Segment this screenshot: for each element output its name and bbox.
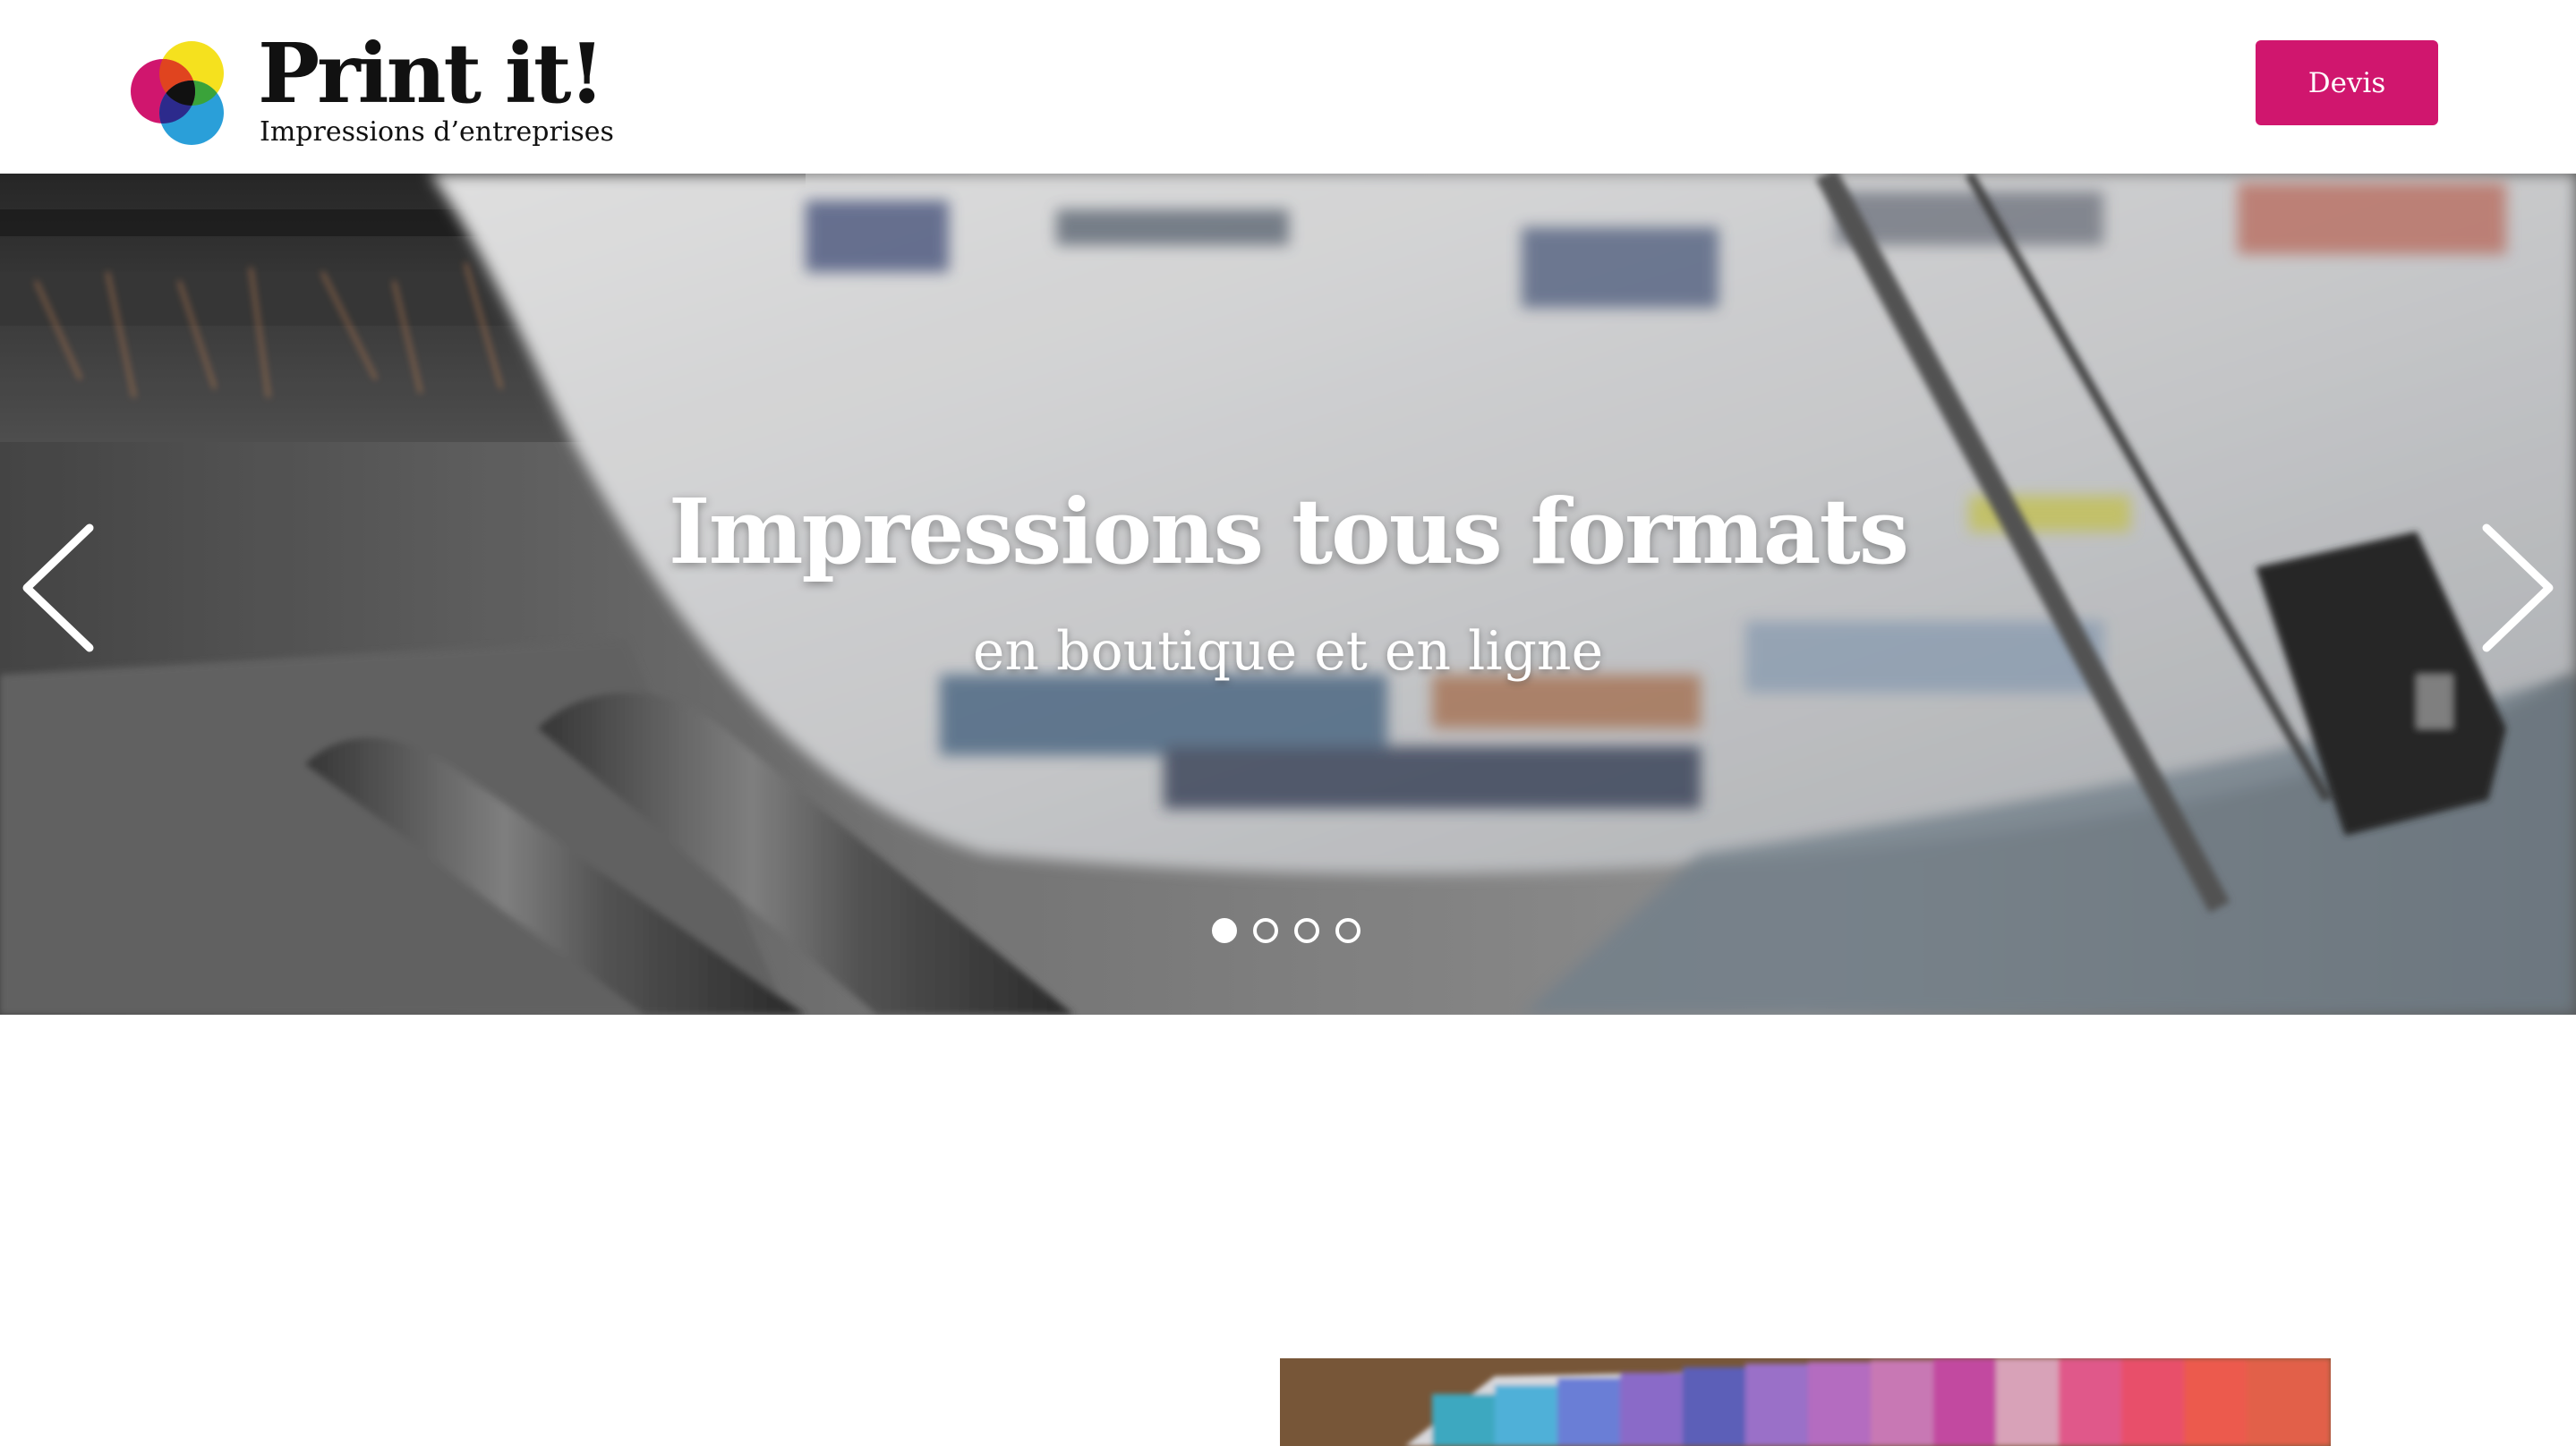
carousel-dot-3[interactable] bbox=[1294, 918, 1319, 943]
hero-carousel: Impressions tous formats en boutique et … bbox=[0, 174, 2576, 1015]
color-swatches-image bbox=[1280, 1358, 2331, 1446]
carousel-dot-1[interactable] bbox=[1212, 918, 1237, 943]
logo[interactable]: Print it! Impressions d’entreprises bbox=[125, 29, 614, 159]
carousel-indicators bbox=[1212, 918, 1373, 945]
carousel-dot-4[interactable] bbox=[1335, 918, 1361, 943]
hero-title: Impressions tous formats bbox=[668, 479, 1909, 584]
logo-title: Print it! bbox=[258, 25, 605, 122]
chevron-left-icon[interactable] bbox=[16, 521, 106, 655]
chevron-right-icon[interactable] bbox=[2470, 521, 2560, 655]
quote-button[interactable]: Devis bbox=[2256, 40, 2438, 125]
intro-section bbox=[0, 1015, 2576, 1446]
cmy-circles-logo-icon bbox=[131, 41, 224, 145]
logo-subtitle: Impressions d’entreprises bbox=[260, 116, 614, 148]
printing-press-image bbox=[0, 174, 2576, 1015]
carousel-dot-2[interactable] bbox=[1253, 918, 1278, 943]
hero-subtitle: en boutique et en ligne bbox=[972, 620, 1604, 683]
site-header: Print it! Impressions d’entreprises Devi… bbox=[0, 0, 2576, 174]
